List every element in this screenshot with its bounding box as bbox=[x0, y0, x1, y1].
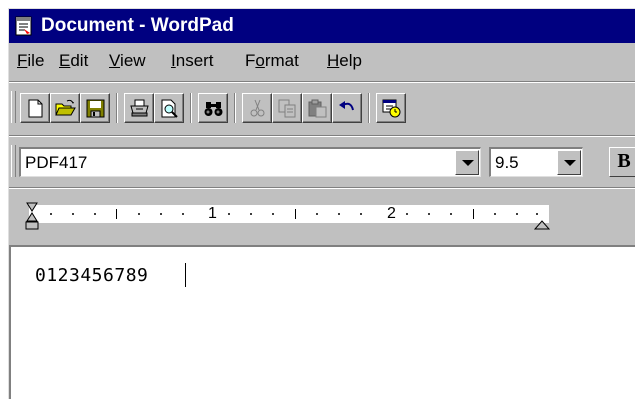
save-button[interactable] bbox=[80, 93, 110, 123]
formatbar-separator bbox=[9, 187, 635, 189]
find-binoculars-icon bbox=[204, 102, 223, 116]
new-document-icon bbox=[28, 99, 43, 118]
font-name-dropdown-button[interactable] bbox=[455, 150, 479, 175]
paste-button[interactable] bbox=[302, 93, 332, 123]
chevron-down-icon bbox=[564, 160, 576, 166]
formatbar-grip[interactable] bbox=[11, 145, 16, 177]
document-text[interactable]: 0123456789 bbox=[35, 265, 148, 287]
open-button[interactable] bbox=[50, 93, 80, 123]
ruler[interactable]: 1 2 bbox=[9, 191, 635, 239]
toolbar-grip[interactable] bbox=[11, 91, 16, 123]
menu-file[interactable]: File bbox=[17, 51, 44, 71]
date-time-button[interactable] bbox=[376, 93, 406, 123]
undo-icon bbox=[339, 101, 354, 111]
print-button[interactable] bbox=[124, 93, 154, 123]
ruler-marks bbox=[25, 202, 551, 230]
menu-format[interactable]: Format bbox=[245, 51, 299, 71]
title-bar[interactable]: Document - WordPad bbox=[9, 9, 635, 43]
menu-bar: File Edit View Insert Format Help bbox=[9, 46, 635, 76]
bold-button[interactable]: B bbox=[609, 147, 635, 177]
save-disk-icon bbox=[86, 99, 105, 118]
print-preview-button[interactable] bbox=[154, 93, 184, 123]
menu-help[interactable]: Help bbox=[327, 51, 362, 71]
font-name-value: PDF417 bbox=[25, 153, 88, 172]
cut-scissors-icon bbox=[250, 99, 265, 117]
cut-button[interactable] bbox=[242, 93, 272, 123]
wordpad-document-icon[interactable] bbox=[15, 16, 33, 36]
wordpad-window: Document - WordPad File Edit View Insert… bbox=[8, 8, 635, 399]
document-editor[interactable]: 0123456789 bbox=[9, 245, 635, 399]
window-title: Document - WordPad bbox=[41, 15, 234, 36]
undo-button[interactable] bbox=[332, 93, 362, 123]
menu-view[interactable]: View bbox=[109, 51, 146, 71]
toolbar-divider bbox=[234, 93, 236, 123]
format-bar: PDF417 9.5 B bbox=[9, 141, 635, 183]
menu-edit[interactable]: Edit bbox=[59, 51, 88, 71]
standard-toolbar bbox=[9, 87, 635, 127]
font-size-value: 9.5 bbox=[495, 153, 519, 172]
print-icon bbox=[130, 99, 149, 117]
font-size-dropdown-button[interactable] bbox=[557, 150, 581, 175]
toolbar-divider bbox=[190, 93, 192, 123]
toolbar-separator bbox=[9, 135, 635, 137]
menu-separator bbox=[9, 81, 635, 83]
toolbar-divider bbox=[368, 93, 370, 123]
chevron-down-icon bbox=[462, 160, 474, 166]
copy-icon bbox=[278, 99, 296, 118]
paste-icon bbox=[308, 99, 327, 118]
insert-date-time-icon bbox=[382, 99, 401, 118]
copy-button[interactable] bbox=[272, 93, 302, 123]
open-folder-icon bbox=[55, 99, 76, 116]
font-name-combo[interactable]: PDF417 bbox=[19, 147, 481, 177]
find-button[interactable] bbox=[198, 93, 228, 123]
menu-insert[interactable]: Insert bbox=[171, 51, 214, 71]
font-size-combo[interactable]: 9.5 bbox=[489, 147, 583, 177]
text-caret bbox=[185, 263, 186, 287]
toolbar-divider bbox=[116, 93, 118, 123]
print-preview-icon bbox=[161, 99, 178, 118]
new-button[interactable] bbox=[20, 93, 50, 123]
